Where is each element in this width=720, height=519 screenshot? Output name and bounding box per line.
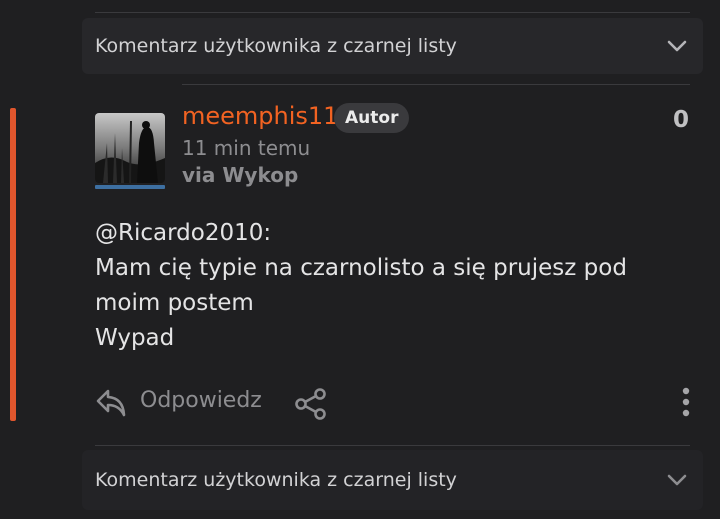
reply-arrow-icon[interactable] bbox=[95, 386, 127, 418]
comment-timestamp[interactable]: 11 min temu bbox=[182, 136, 310, 160]
comment-source: via Wykop bbox=[182, 163, 299, 187]
comment-line: Mam cię typie na czarnolisto a się pruje… bbox=[95, 255, 627, 281]
comment-line: @Ricardo2010: bbox=[95, 220, 272, 246]
comment-bottom-divider bbox=[95, 445, 690, 446]
comment-body: @Ricardo2010: Mam cię typie na czarnolis… bbox=[95, 216, 685, 356]
more-vertical-icon[interactable] bbox=[675, 386, 697, 418]
blacklisted-comment-label: Komentarz użytkownika z czarnej listy bbox=[95, 35, 457, 57]
comment-top-divider bbox=[182, 84, 690, 85]
avatar[interactable] bbox=[95, 113, 165, 183]
comments-panel: Komentarz użytkownika z czarnej listy me… bbox=[0, 0, 720, 519]
avatar-underline bbox=[95, 185, 165, 189]
comment-line: moim postem bbox=[95, 290, 254, 316]
username[interactable]: meemphis11 bbox=[182, 102, 338, 130]
vote-count: 0 bbox=[672, 107, 689, 133]
blacklisted-comment-collapsed[interactable]: Komentarz użytkownika z czarnej listy bbox=[82, 450, 703, 510]
avatar-image bbox=[95, 113, 165, 183]
comment-line: Wypad bbox=[95, 325, 175, 351]
chevron-down-icon[interactable] bbox=[665, 468, 689, 492]
reply-button[interactable]: Odpowiedz bbox=[140, 388, 262, 413]
blacklisted-comment-collapsed[interactable]: Komentarz użytkownika z czarnej listy bbox=[82, 18, 703, 74]
comment-highlight-bar bbox=[10, 108, 16, 421]
share-icon[interactable] bbox=[293, 386, 329, 422]
blacklisted-comment-label: Komentarz użytkownika z czarnej listy bbox=[95, 469, 457, 491]
top-divider bbox=[95, 12, 690, 13]
author-badge: Autor bbox=[334, 103, 410, 133]
chevron-down-icon[interactable] bbox=[665, 34, 689, 58]
